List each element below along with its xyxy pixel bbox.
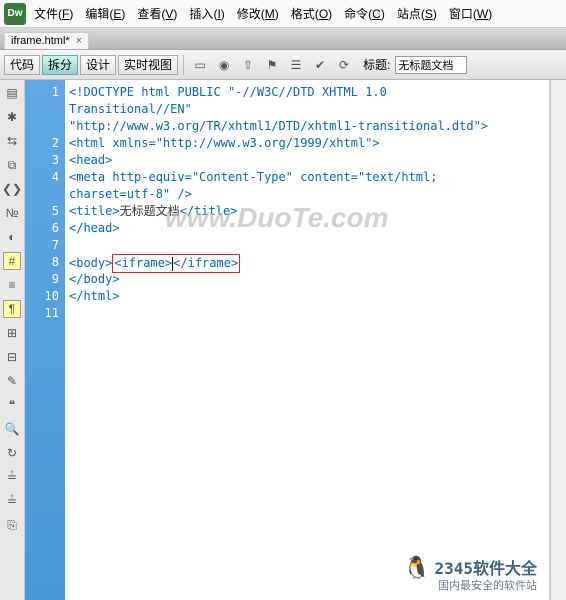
syntax-icon[interactable]: ≡ bbox=[3, 276, 21, 294]
hidden-chars-icon[interactable]: ¶ bbox=[3, 300, 21, 318]
line-number: 7 bbox=[25, 237, 59, 254]
menu-file[interactable]: 文件(F) bbox=[34, 5, 73, 22]
expand-icon[interactable]: ⇆ bbox=[3, 132, 21, 150]
line-number-gutter: 1 2 3 4 5 6 7 8 9 10 11 bbox=[25, 80, 65, 600]
menu-command[interactable]: 命令(C) bbox=[344, 5, 385, 22]
move-down-icon[interactable]: ≟ bbox=[3, 492, 21, 510]
select-parent-icon[interactable]: ⧉ bbox=[3, 156, 21, 174]
line-number: 11 bbox=[25, 305, 59, 322]
highlighted-iframe-tag: <iframe></iframe> bbox=[112, 254, 240, 273]
open-documents-icon[interactable]: ▤ bbox=[3, 84, 21, 102]
line-number: 1 bbox=[25, 84, 59, 101]
snippet-icon[interactable]: ✎ bbox=[3, 372, 21, 390]
balance-braces-icon[interactable]: ❮❯ bbox=[3, 180, 21, 198]
app-logo: Dw bbox=[4, 3, 26, 25]
outdent-icon[interactable]: ⊟ bbox=[3, 348, 21, 366]
separator bbox=[183, 55, 184, 75]
line-numbers-icon[interactable]: № bbox=[3, 204, 21, 222]
document-tab[interactable]: iframe.html* × bbox=[4, 32, 89, 49]
tab-title: iframe.html* bbox=[11, 35, 70, 47]
comment-icon[interactable]: ❝ bbox=[3, 396, 21, 414]
refresh-icon[interactable]: ⟳ bbox=[333, 55, 355, 75]
line-number: 4 bbox=[25, 169, 59, 186]
code-view-button[interactable]: 代码 bbox=[4, 55, 40, 75]
upload-icon[interactable]: ⇧ bbox=[237, 55, 259, 75]
line-number: 9 bbox=[25, 271, 59, 288]
menu-edit[interactable]: 编辑(E) bbox=[85, 5, 125, 22]
list-icon[interactable]: ☰ bbox=[285, 55, 307, 75]
vertical-scrollbar[interactable] bbox=[550, 80, 566, 600]
multiscreen-icon[interactable]: ▭ bbox=[189, 55, 211, 75]
highlight-icon[interactable]: ◐ bbox=[3, 228, 21, 246]
mascot-icon: 🐧 bbox=[403, 560, 430, 577]
ad-overlay: 🐧2345软件大全 国内最安全的软件站 bbox=[403, 560, 537, 594]
menu-site[interactable]: 站点(S) bbox=[397, 5, 437, 22]
code-toolbar-rail: ▤ ✱ ⇆ ⧉ ❮❯ № ◐ # ≡ ¶ ⊞ ⊟ ✎ ❝ 🔍 ↻ ≟ ≟ ⎘ bbox=[0, 80, 25, 600]
code-editor[interactable]: <!DOCTYPE html PUBLIC "-//W3C//DTD XHTML… bbox=[65, 80, 550, 600]
line-number: 5 bbox=[25, 203, 59, 220]
workspace: ▤ ✱ ⇆ ⧉ ❮❯ № ◐ # ≡ ¶ ⊞ ⊟ ✎ ❝ 🔍 ↻ ≟ ≟ ⎘ 1… bbox=[0, 80, 566, 600]
line-number: 3 bbox=[25, 152, 59, 169]
split-view-button[interactable]: 拆分 bbox=[42, 55, 78, 75]
recent-icon[interactable]: ↻ bbox=[3, 444, 21, 462]
line-number: 2 bbox=[25, 135, 59, 152]
line-number: 6 bbox=[25, 220, 59, 237]
line-number: 10 bbox=[25, 288, 59, 305]
title-input[interactable] bbox=[395, 56, 467, 74]
move-up-icon[interactable]: ≟ bbox=[3, 468, 21, 486]
pin-icon[interactable]: ⎘ bbox=[3, 516, 21, 534]
collapse-icon[interactable]: ✱ bbox=[3, 108, 21, 126]
menu-insert[interactable]: 插入(I) bbox=[189, 5, 224, 22]
document-toolbar: 代码 拆分 设计 实时视图 ▭ ◉ ⇧ ⚑ ☰ ✔ ⟳ 标题: bbox=[0, 50, 566, 80]
word-wrap-icon[interactable]: # bbox=[3, 252, 21, 270]
flag-icon[interactable]: ⚑ bbox=[261, 55, 283, 75]
menu-view[interactable]: 查看(V) bbox=[137, 5, 177, 22]
globe-icon[interactable]: ◉ bbox=[213, 55, 235, 75]
ad-brand: 2345软件大全 bbox=[434, 560, 537, 577]
line-number: 8 bbox=[25, 254, 59, 271]
check-icon[interactable]: ✔ bbox=[309, 55, 331, 75]
close-icon[interactable]: × bbox=[76, 35, 82, 47]
design-view-button[interactable]: 设计 bbox=[80, 55, 116, 75]
indent-icon[interactable]: ⊞ bbox=[3, 324, 21, 342]
live-view-button[interactable]: 实时视图 bbox=[118, 55, 178, 75]
title-label: 标题: bbox=[363, 56, 390, 73]
menu-window[interactable]: 窗口(W) bbox=[449, 5, 492, 22]
document-tab-bar: iframe.html* × bbox=[0, 28, 566, 50]
menu-format[interactable]: 格式(O) bbox=[291, 5, 332, 22]
menu-bar: Dw 文件(F) 编辑(E) 查看(V) 插入(I) 修改(M) 格式(O) 命… bbox=[0, 0, 566, 28]
menu-modify[interactable]: 修改(M) bbox=[237, 5, 279, 22]
find-icon[interactable]: 🔍 bbox=[3, 420, 21, 438]
